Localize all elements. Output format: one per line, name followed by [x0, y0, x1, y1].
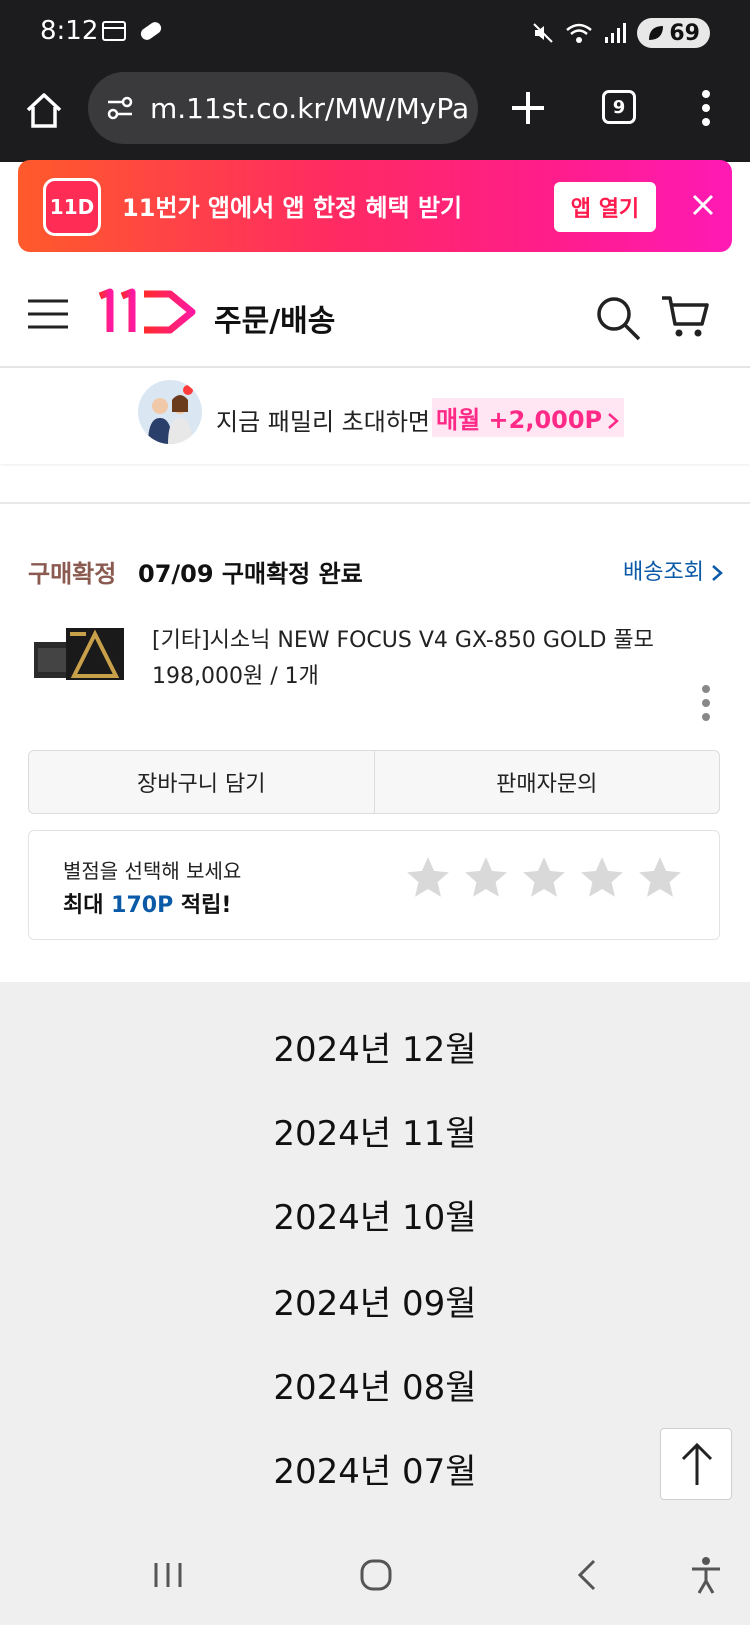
- chevron-right-icon: [712, 565, 723, 581]
- product-thumbnail[interactable]: [30, 618, 128, 688]
- home-nav-icon[interactable]: [354, 1553, 398, 1597]
- month-option[interactable]: 2024년 08월: [0, 1360, 750, 1409]
- close-icon[interactable]: [688, 190, 718, 220]
- signal-icon: [605, 23, 627, 43]
- pill-icon: [140, 22, 162, 40]
- more-menu-icon[interactable]: [694, 86, 718, 130]
- section-divider: [0, 466, 750, 504]
- star-icon[interactable]: [403, 853, 453, 903]
- rating-prompt: 별점을 선택해 보세요: [63, 859, 242, 883]
- month-option[interactable]: 2024년 12월: [0, 1022, 750, 1071]
- app-install-banner: 11D 11번가 앱에서 앱 한정 혜택 받기 앱 열기: [18, 160, 732, 252]
- arrow-up-icon: [681, 1442, 713, 1485]
- battery-level: 69: [669, 20, 700, 46]
- battery-indicator: 69: [637, 18, 710, 48]
- home-icon[interactable]: [22, 88, 66, 132]
- star-icon[interactable]: [519, 853, 569, 903]
- rating-reward: 최대 170P 적립!: [63, 893, 232, 918]
- family-invite-promo[interactable]: 지금 패밀리 초대하면 매월 +2,000P: [0, 368, 750, 464]
- promo-text: 지금 패밀리 초대하면: [216, 408, 430, 436]
- card-icon: [102, 21, 126, 41]
- url-text[interactable]: m.11st.co.kr/MW/MyPa: [150, 92, 470, 125]
- month-option[interactable]: 2024년 09월: [0, 1276, 750, 1325]
- star-icon[interactable]: [577, 853, 627, 903]
- status-bar: 8:12 69: [0, 0, 750, 66]
- month-picker: 2024년 12월 2024년 11월 2024년 10월 2024년 09월 …: [0, 982, 750, 1529]
- star-icon[interactable]: [635, 853, 685, 903]
- page-header: 주문/배송: [0, 262, 750, 368]
- month-option[interactable]: 2024년 10월: [0, 1190, 750, 1239]
- scroll-to-top-button[interactable]: [660, 1428, 732, 1500]
- page-title: 주문/배송: [214, 304, 336, 339]
- clock: 8:12: [40, 16, 99, 46]
- family-avatar: [138, 380, 202, 444]
- system-navigation-bar: [0, 1529, 750, 1625]
- family-illustration-icon: [148, 385, 193, 444]
- order-action-buttons: 장바구니 담기 판매자문의: [28, 750, 720, 814]
- hamburger-menu-icon[interactable]: [28, 298, 68, 330]
- track-delivery-link[interactable]: 배송조회: [623, 554, 724, 586]
- wifi-icon: [566, 23, 593, 43]
- new-tab-icon[interactable]: [506, 86, 550, 130]
- chevron-right-icon: [608, 413, 620, 429]
- order-status: 구매확정: [28, 560, 117, 588]
- accessibility-icon[interactable]: [684, 1553, 728, 1597]
- order-status-detail: 07/09 구매확정 완료: [138, 560, 363, 588]
- more-options-icon[interactable]: [700, 684, 712, 722]
- seller-inquiry-button[interactable]: 판매자문의: [373, 751, 720, 813]
- product-price-quantity: 198,000원 / 1개: [152, 664, 319, 689]
- mute-icon: [533, 23, 554, 43]
- browser-toolbar: m.11st.co.kr/MW/MyPa 9: [0, 66, 750, 162]
- cart-icon[interactable]: [660, 292, 710, 340]
- tab-switcher-button[interactable]: 9: [602, 90, 636, 124]
- rating-box: 별점을 선택해 보세요 최대 170P 적립!: [28, 830, 720, 940]
- back-icon[interactable]: [566, 1553, 610, 1597]
- order-card: 구매확정 07/09 구매확정 완료 배송조회 [기타]시소닉 NEW FOCU…: [0, 506, 750, 982]
- leaf-icon: [649, 26, 664, 40]
- month-option[interactable]: 2024년 11월: [0, 1106, 750, 1155]
- address-bar[interactable]: m.11st.co.kr/MW/MyPa: [88, 72, 478, 144]
- recent-apps-icon[interactable]: [146, 1553, 190, 1597]
- star-icon[interactable]: [461, 853, 511, 903]
- promo-highlight[interactable]: 매월 +2,000P: [432, 398, 625, 437]
- app-logo: 11D: [43, 178, 101, 236]
- star-rating[interactable]: [403, 853, 685, 903]
- open-app-button[interactable]: 앱 열기: [554, 182, 656, 232]
- add-to-cart-button[interactable]: 장바구니 담기: [29, 751, 374, 813]
- search-icon[interactable]: [594, 294, 642, 342]
- product-name[interactable]: [기타]시소닉 NEW FOCUS V4 GX-850 GOLD 풀모: [152, 622, 654, 654]
- month-option[interactable]: 2024년 07월: [0, 1444, 750, 1493]
- site-settings-icon[interactable]: [106, 95, 134, 121]
- app-banner-text: 11번가 앱에서 앱 한정 혜택 받기: [122, 194, 463, 222]
- eleventh-street-logo[interactable]: [96, 288, 200, 336]
